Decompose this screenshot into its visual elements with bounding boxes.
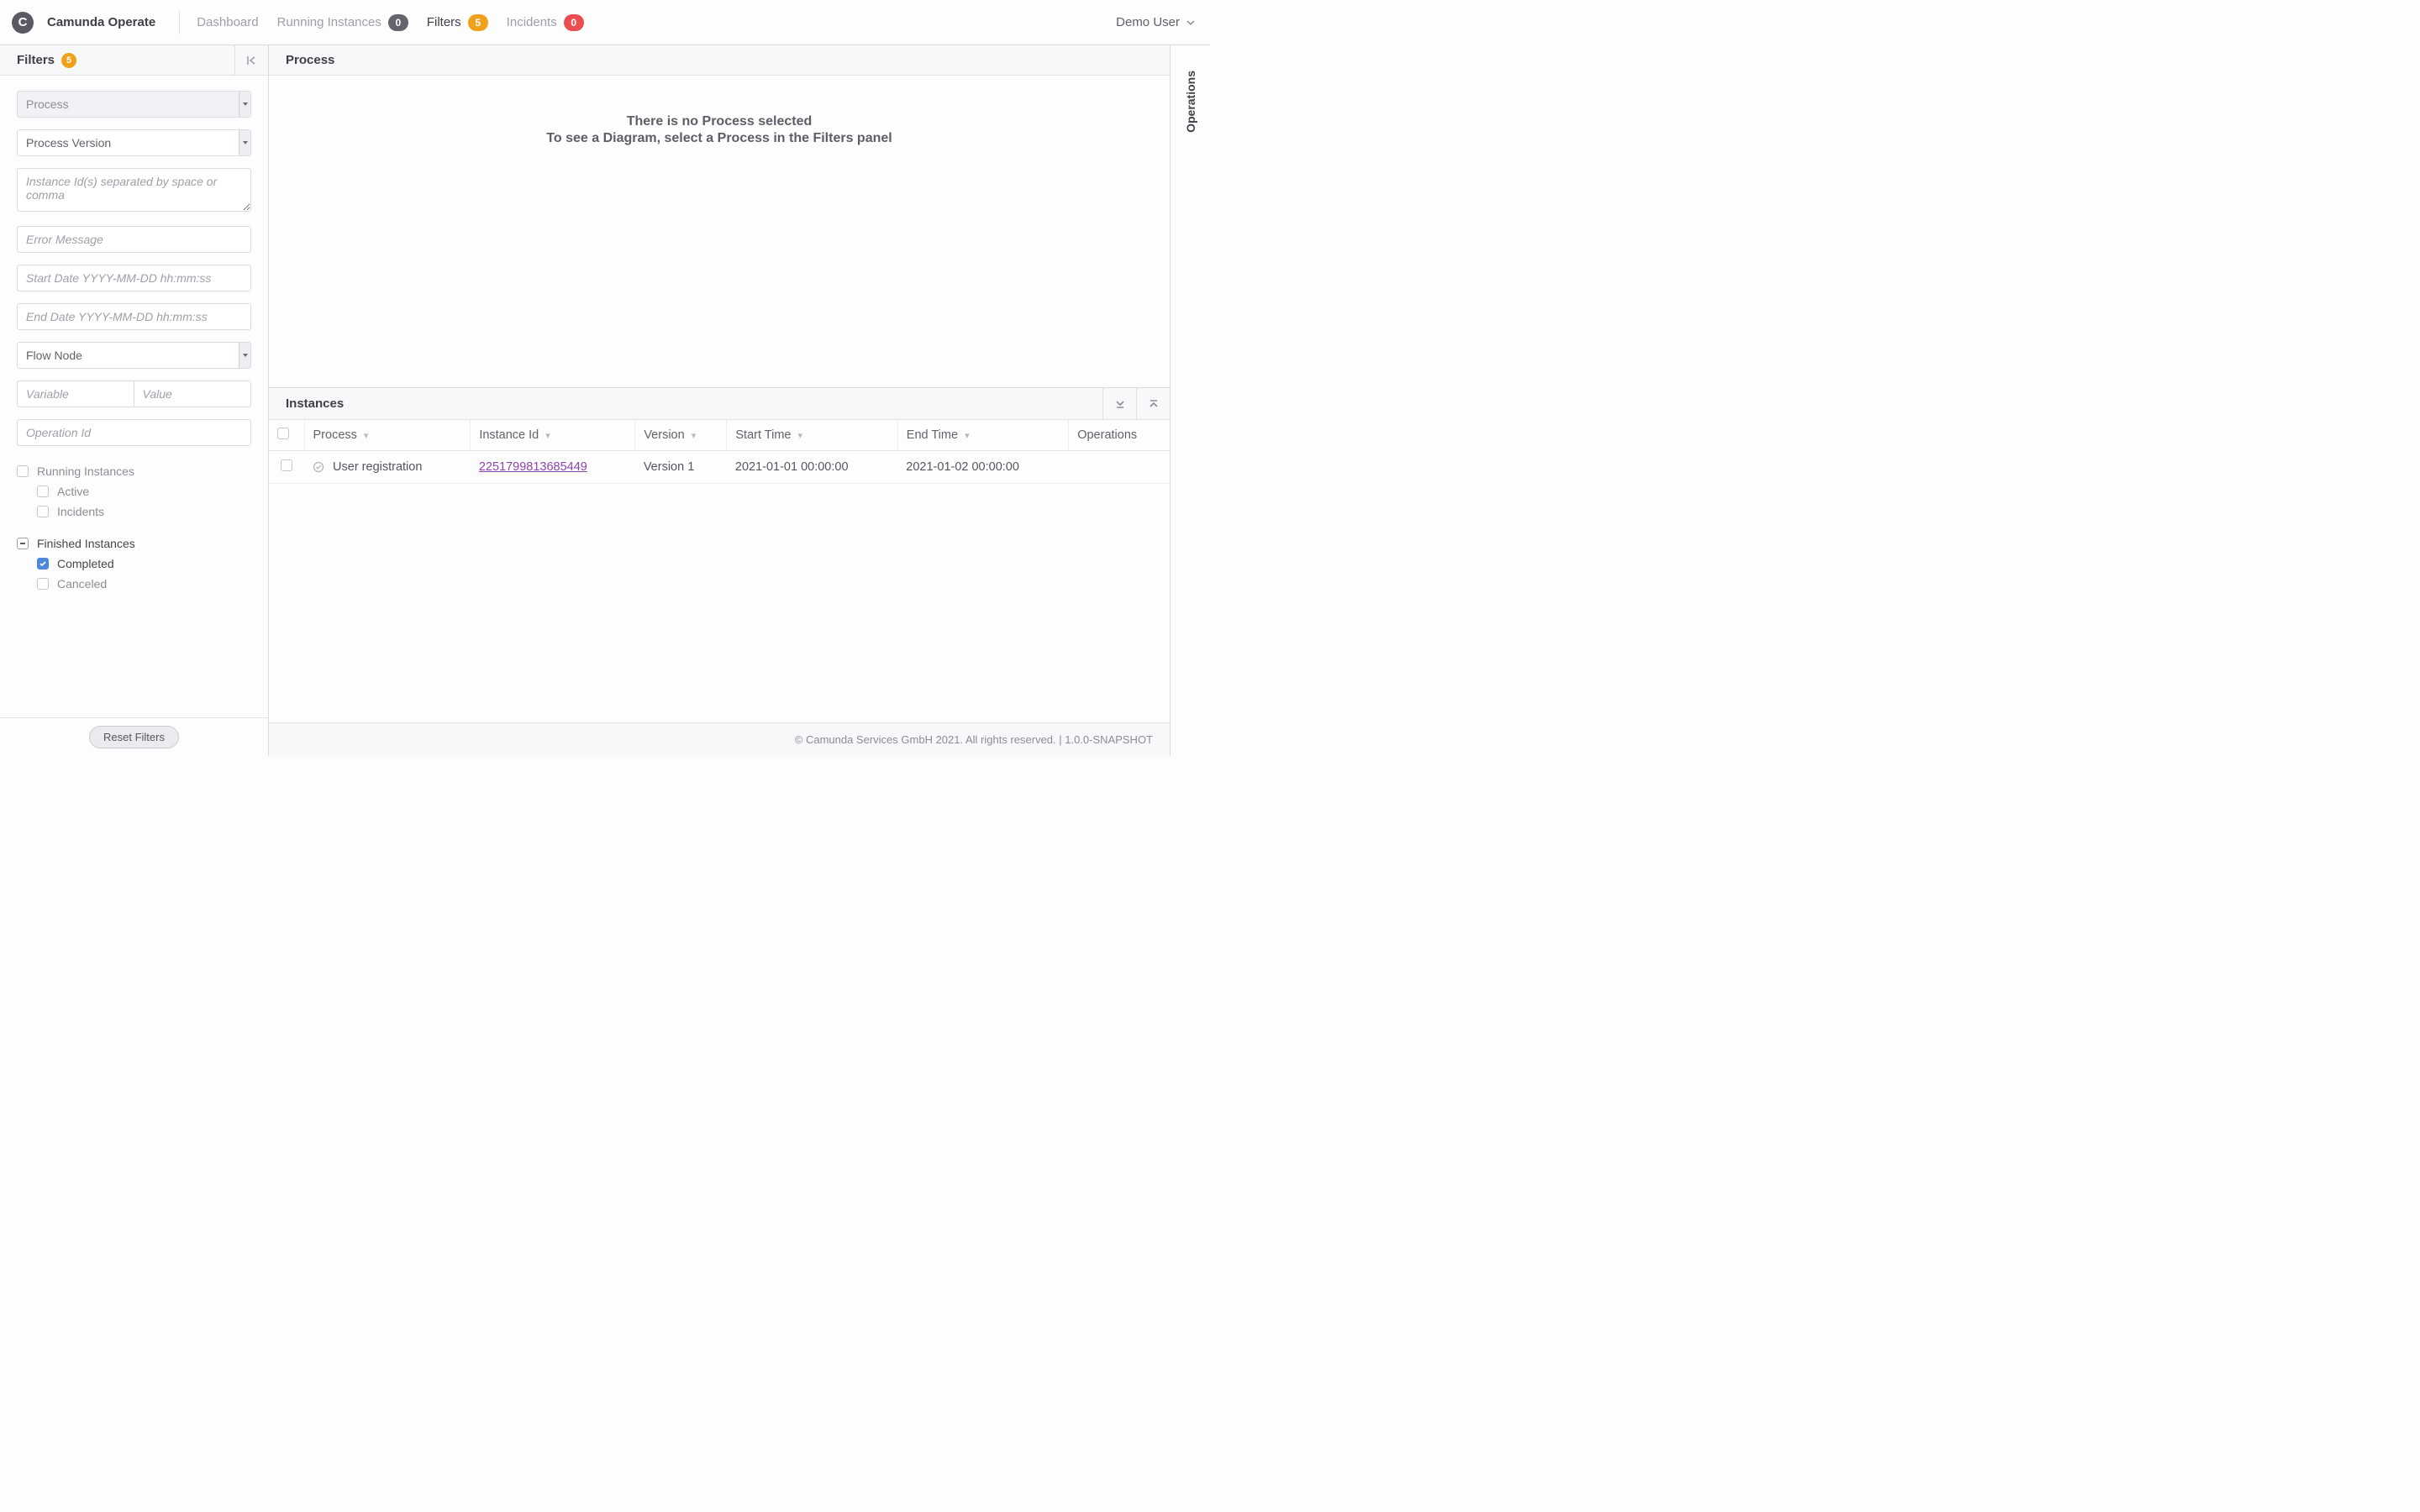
row-end-time: 2021-01-02 00:00:00 (897, 451, 1068, 484)
instances-table: Process ▾ Instance Id ▾ Version ▾ Start … (269, 420, 1170, 484)
nav-filters[interactable]: Filters 5 (427, 14, 488, 31)
row-start-time: 2021-01-01 00:00:00 (727, 451, 897, 484)
main: Filters 5 Process Process Version (0, 45, 1210, 756)
filters-body: Process Process Version Flow Node (0, 76, 268, 717)
col-version-label: Version (644, 428, 684, 442)
collapse-left-icon (246, 55, 258, 66)
collapse-up-button[interactable] (1136, 388, 1170, 420)
nav-incidents-badge: 0 (564, 14, 584, 31)
chevron-down-icon (1186, 18, 1195, 27)
filters-footer: Reset Filters (0, 717, 268, 756)
diagram-area: There is no Process selected To see a Di… (269, 76, 1170, 388)
row-operations (1069, 451, 1170, 484)
operations-panel-collapsed[interactable]: Operations (1170, 45, 1210, 756)
app-footer: © Camunda Services GmbH 2021. All rights… (269, 722, 1170, 756)
operation-id-input[interactable] (17, 419, 251, 446)
col-start-time[interactable]: Start Time ▾ (727, 420, 897, 451)
col-process-label: Process (313, 428, 357, 442)
row-version: Version 1 (635, 451, 727, 484)
sort-icon: ▾ (798, 431, 803, 441)
instance-ids-input[interactable] (17, 168, 251, 212)
row-checkbox[interactable] (281, 459, 292, 471)
content-area: Process There is no Process selected To … (269, 45, 1170, 756)
nav-incidents[interactable]: Incidents 0 (507, 14, 584, 31)
active-label: Active (57, 485, 89, 498)
completed-label: Completed (57, 557, 114, 570)
completed-checkbox[interactable]: Completed (37, 557, 251, 570)
filters-header: Filters 5 (0, 45, 268, 76)
col-operations-label: Operations (1077, 428, 1137, 442)
sort-icon: ▾ (692, 431, 697, 441)
col-operations: Operations (1069, 420, 1170, 451)
col-instance-id-label: Instance Id (479, 428, 539, 442)
completed-state-icon (313, 461, 324, 473)
canceled-label: Canceled (57, 577, 107, 591)
collapse-up-icon (1148, 398, 1160, 410)
canceled-checkbox[interactable]: Canceled (37, 577, 251, 591)
collapse-sidebar-button[interactable] (234, 45, 268, 76)
user-name: Demo User (1116, 15, 1180, 29)
col-end-label: End Time (907, 428, 958, 442)
process-version-select[interactable]: Process Version (17, 129, 251, 156)
filters-title: Filters (17, 53, 55, 67)
flow-node-select[interactable]: Flow Node (17, 342, 251, 369)
checkbox-icon (17, 465, 29, 477)
incidents-checkbox[interactable]: Incidents (37, 505, 251, 518)
error-message-input[interactable] (17, 226, 251, 253)
end-date-input[interactable] (17, 303, 251, 330)
value-input[interactable] (134, 381, 252, 407)
top-nav: Dashboard Running Instances 0 Filters 5 … (197, 14, 584, 31)
process-select[interactable]: Process (17, 91, 251, 118)
nav-filters-badge: 5 (468, 14, 488, 31)
nav-running-label: Running Instances (277, 15, 381, 29)
collapse-down-icon (1114, 398, 1126, 410)
running-instances-label: Running Instances (37, 465, 134, 478)
diagram-empty-line2: To see a Diagram, select a Process in th… (546, 131, 892, 146)
state-filter-group: Running Instances Active Incidents Finis… (17, 465, 251, 591)
col-instance-id[interactable]: Instance Id ▾ (471, 420, 635, 451)
row-process-name: User registration (333, 460, 422, 474)
checkbox-icon (37, 486, 49, 497)
finished-instances-label: Finished Instances (37, 537, 135, 550)
checkbox-indeterminate-icon (17, 538, 29, 549)
checkbox-checked-icon (37, 558, 49, 570)
sort-icon: ▾ (545, 431, 550, 441)
diagram-empty-line1: There is no Process selected (627, 114, 813, 129)
col-end-time[interactable]: End Time ▾ (897, 420, 1068, 451)
checkbox-icon (37, 506, 49, 517)
nav-incidents-label: Incidents (507, 15, 557, 29)
table-row[interactable]: User registration 2251799813685449 Versi… (269, 451, 1170, 484)
collapse-down-button[interactable] (1102, 388, 1136, 420)
running-instances-checkbox[interactable]: Running Instances (17, 465, 251, 478)
active-checkbox[interactable]: Active (37, 485, 251, 498)
start-date-input[interactable] (17, 265, 251, 291)
nav-running-instances[interactable]: Running Instances 0 (277, 14, 408, 31)
nav-dashboard[interactable]: Dashboard (197, 15, 258, 29)
row-instance-id-link[interactable]: 2251799813685449 (479, 460, 587, 474)
reset-filters-button[interactable]: Reset Filters (89, 726, 179, 748)
user-menu[interactable]: Demo User (1116, 15, 1195, 29)
nav-separator (179, 11, 180, 34)
variable-input[interactable] (17, 381, 134, 407)
instances-title: Instances (286, 396, 344, 411)
operations-panel-label: Operations (1184, 71, 1197, 133)
sort-desc-icon: ▾ (364, 431, 369, 441)
finished-instances-checkbox[interactable]: Finished Instances (17, 537, 251, 550)
incidents-label: Incidents (57, 505, 104, 518)
instances-header: Instances (269, 388, 1170, 420)
sort-icon: ▾ (965, 431, 970, 441)
nav-filters-label: Filters (427, 15, 461, 29)
app-title: Camunda Operate (47, 15, 155, 29)
select-all-checkbox[interactable] (277, 428, 289, 439)
app-header: C Camunda Operate Dashboard Running Inst… (0, 0, 1210, 45)
process-panel-header: Process (269, 45, 1170, 76)
checkbox-icon (37, 578, 49, 590)
filters-sidebar: Filters 5 Process Process Version (0, 45, 269, 756)
nav-running-badge: 0 (388, 14, 408, 31)
filters-count-badge: 5 (61, 53, 76, 68)
col-process[interactable]: Process ▾ (304, 420, 471, 451)
col-start-label: Start Time (735, 428, 791, 442)
col-version[interactable]: Version ▾ (635, 420, 727, 451)
app-logo: C (12, 12, 34, 34)
